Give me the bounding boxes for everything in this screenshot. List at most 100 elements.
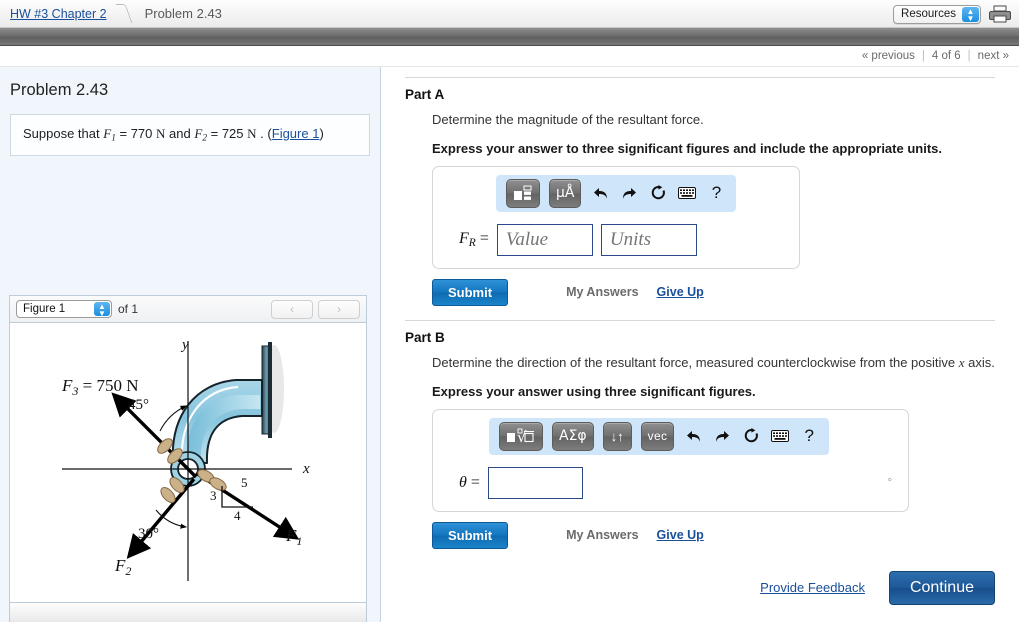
figure-selector-value: Figure 1	[23, 303, 66, 315]
resources-dropdown-label: Resources	[901, 8, 956, 20]
part-a-instruction: Express your answer to three significant…	[432, 140, 942, 156]
part-a-math-toolbar: μÅ ?	[496, 174, 737, 212]
continue-button[interactable]: Continue	[888, 570, 995, 605]
footer-row: Provide Feedback Continue	[405, 570, 995, 605]
statement-prefix: Suppose that	[23, 126, 100, 141]
breadcrumb-separator-icon	[117, 1, 131, 27]
problem-statement: Suppose that F1 = 770 N and F2 = 725 N .…	[10, 114, 370, 157]
part-b-field-row: θ = °	[443, 466, 898, 499]
next-link[interactable]: next »	[978, 50, 1009, 62]
arrows-icon[interactable]: ↓↑	[602, 421, 632, 451]
part-a-heading: Part A	[405, 87, 445, 102]
statement-f2-sub: 2	[202, 133, 207, 144]
parts-panel: Part A Determine the magnitude of the re…	[381, 67, 1019, 622]
page-title: Problem 2.43	[10, 81, 109, 99]
statement-f1-sub: 1	[111, 133, 116, 144]
statement-eq1: = 770	[119, 126, 153, 141]
part-b-submit-button[interactable]: Submit	[432, 521, 509, 549]
part-b-question-post: axis.	[968, 354, 995, 370]
page-counter: 4 of 6	[931, 50, 961, 62]
figure-footer-bar	[10, 602, 366, 622]
main-content: Problem 2.43 Suppose that F1 = 770 N and…	[0, 67, 1019, 622]
part-b-question: Determine the direction of the resultant…	[432, 354, 995, 373]
redo-icon[interactable]	[619, 182, 639, 204]
figure-nav-buttons: ‹ ›	[271, 299, 360, 319]
keyboard-icon[interactable]	[677, 182, 697, 204]
part-a-field-row: FR =	[443, 223, 789, 256]
problem-sidebar: Problem 2.43 Suppose that F1 = 770 N and…	[0, 67, 381, 622]
topbar-right-controls: Resources ▲ ▼	[893, 0, 1019, 28]
theta-input[interactable]	[487, 466, 583, 499]
figure-angle-30-label: 30°	[138, 526, 159, 542]
part-b-question-pre: Determine the direction of the resultant…	[432, 354, 956, 370]
part-a-field-label: FR =	[459, 230, 489, 250]
chevron-updown-icon: ▲ ▼	[962, 6, 979, 22]
units-icon[interactable]: μÅ	[549, 178, 582, 208]
figure-f1-label: F1	[285, 526, 302, 548]
figure-next-button[interactable]: ›	[318, 299, 360, 319]
part-b-divider	[405, 319, 995, 321]
sqrt-template-icon[interactable]: √	[499, 421, 543, 451]
part-a-my-answers-link[interactable]: My Answers	[566, 285, 638, 299]
top-breadcrumb-bar: HW #3 Chapter 2 Problem 2.43 Resources ▲…	[0, 0, 1019, 28]
part-a-give-up-link[interactable]: Give Up	[657, 285, 704, 299]
part-a-answer-box: μÅ ? FR = Value Units	[432, 165, 800, 269]
part-a-question: Determine the magnitude of the resultant…	[432, 112, 704, 127]
part-b-field-label: θ =	[459, 473, 480, 491]
units-input[interactable]	[600, 223, 697, 256]
help-icon[interactable]: ?	[706, 182, 726, 204]
template-icon[interactable]	[506, 178, 540, 208]
undo-icon[interactable]	[683, 425, 703, 447]
figure-panel: Figure 1 ▲ ▼ of 1 ‹ › x y 45° 30° 3 4 5 …	[9, 295, 367, 622]
figure-count-label: of 1	[118, 302, 139, 316]
part-a-body: Determine the magnitude of the resultant…	[405, 111, 995, 306]
value-input[interactable]	[496, 223, 593, 256]
previous-link[interactable]: « previous	[862, 50, 915, 62]
part-b-button-row: Submit My Answers Give Up	[432, 521, 995, 549]
statement-f1-symbol: F	[103, 126, 112, 141]
resources-dropdown[interactable]: Resources ▲ ▼	[893, 4, 981, 24]
figure-toolbar: Figure 1 ▲ ▼ of 1 ‹ ›	[10, 296, 366, 323]
part-b-body: Determine the direction of the resultant…	[405, 354, 995, 549]
statement-period: .	[260, 126, 264, 141]
figure-y-axis-label: y	[180, 337, 189, 353]
part-b-heading: Part B	[405, 329, 445, 345]
figure-slope-3: 3	[210, 488, 217, 503]
greek-icon[interactable]: ΑΣφ	[552, 421, 594, 451]
part-b-math-toolbar: √ ΑΣφ ↓↑ vec ?	[489, 417, 830, 455]
keyboard-icon[interactable]	[770, 425, 790, 447]
statement-and: and	[169, 126, 191, 141]
degree-unit-label: °	[887, 476, 892, 489]
undo-icon[interactable]	[590, 182, 610, 204]
print-icon[interactable]	[989, 5, 1011, 23]
part-b-give-up-link[interactable]: Give Up	[657, 528, 704, 542]
breadcrumb-current: Problem 2.43	[144, 6, 222, 21]
figure-prev-button[interactable]: ‹	[271, 299, 313, 319]
figure-x-axis-label: x	[302, 461, 310, 477]
figure-image: x y 45° 30° 3 4 5 F3 = 750 N F1 F2	[10, 323, 366, 602]
part-a-submit-button[interactable]: Submit	[432, 278, 509, 306]
figure-1-link[interactable]: Figure 1	[272, 126, 320, 141]
part-b-instruction: Express your answer using three signific…	[432, 383, 756, 399]
figure-slope-4: 4	[234, 508, 241, 523]
nav-strip	[0, 28, 1019, 46]
redo-icon[interactable]	[712, 425, 732, 447]
part-b-my-answers-link[interactable]: My Answers	[566, 528, 638, 542]
figure-f3-label: F3 = 750 N	[61, 376, 139, 398]
statement-unit1: N	[156, 126, 166, 141]
reset-icon[interactable]	[648, 182, 668, 204]
help-icon[interactable]: ?	[799, 425, 819, 447]
reset-icon[interactable]	[741, 425, 761, 447]
figure-slope-5: 5	[241, 475, 248, 490]
vector-icon[interactable]: vec	[640, 421, 675, 451]
provide-feedback-link[interactable]: Provide Feedback	[760, 580, 865, 595]
statement-unit2: N	[247, 126, 257, 141]
figure-selector-dropdown[interactable]: Figure 1 ▲ ▼	[16, 300, 112, 318]
breadcrumb-parent-link[interactable]: HW #3 Chapter 2	[10, 7, 107, 21]
statement-eq2: = 725	[210, 126, 244, 141]
pager-divider-1: |	[921, 50, 925, 62]
pager-divider-2: |	[967, 50, 971, 62]
figure-angle-45-label: 45°	[128, 397, 149, 413]
chevron-updown-icon: ▲ ▼	[94, 302, 110, 318]
part-b-question-var: x	[958, 354, 965, 370]
